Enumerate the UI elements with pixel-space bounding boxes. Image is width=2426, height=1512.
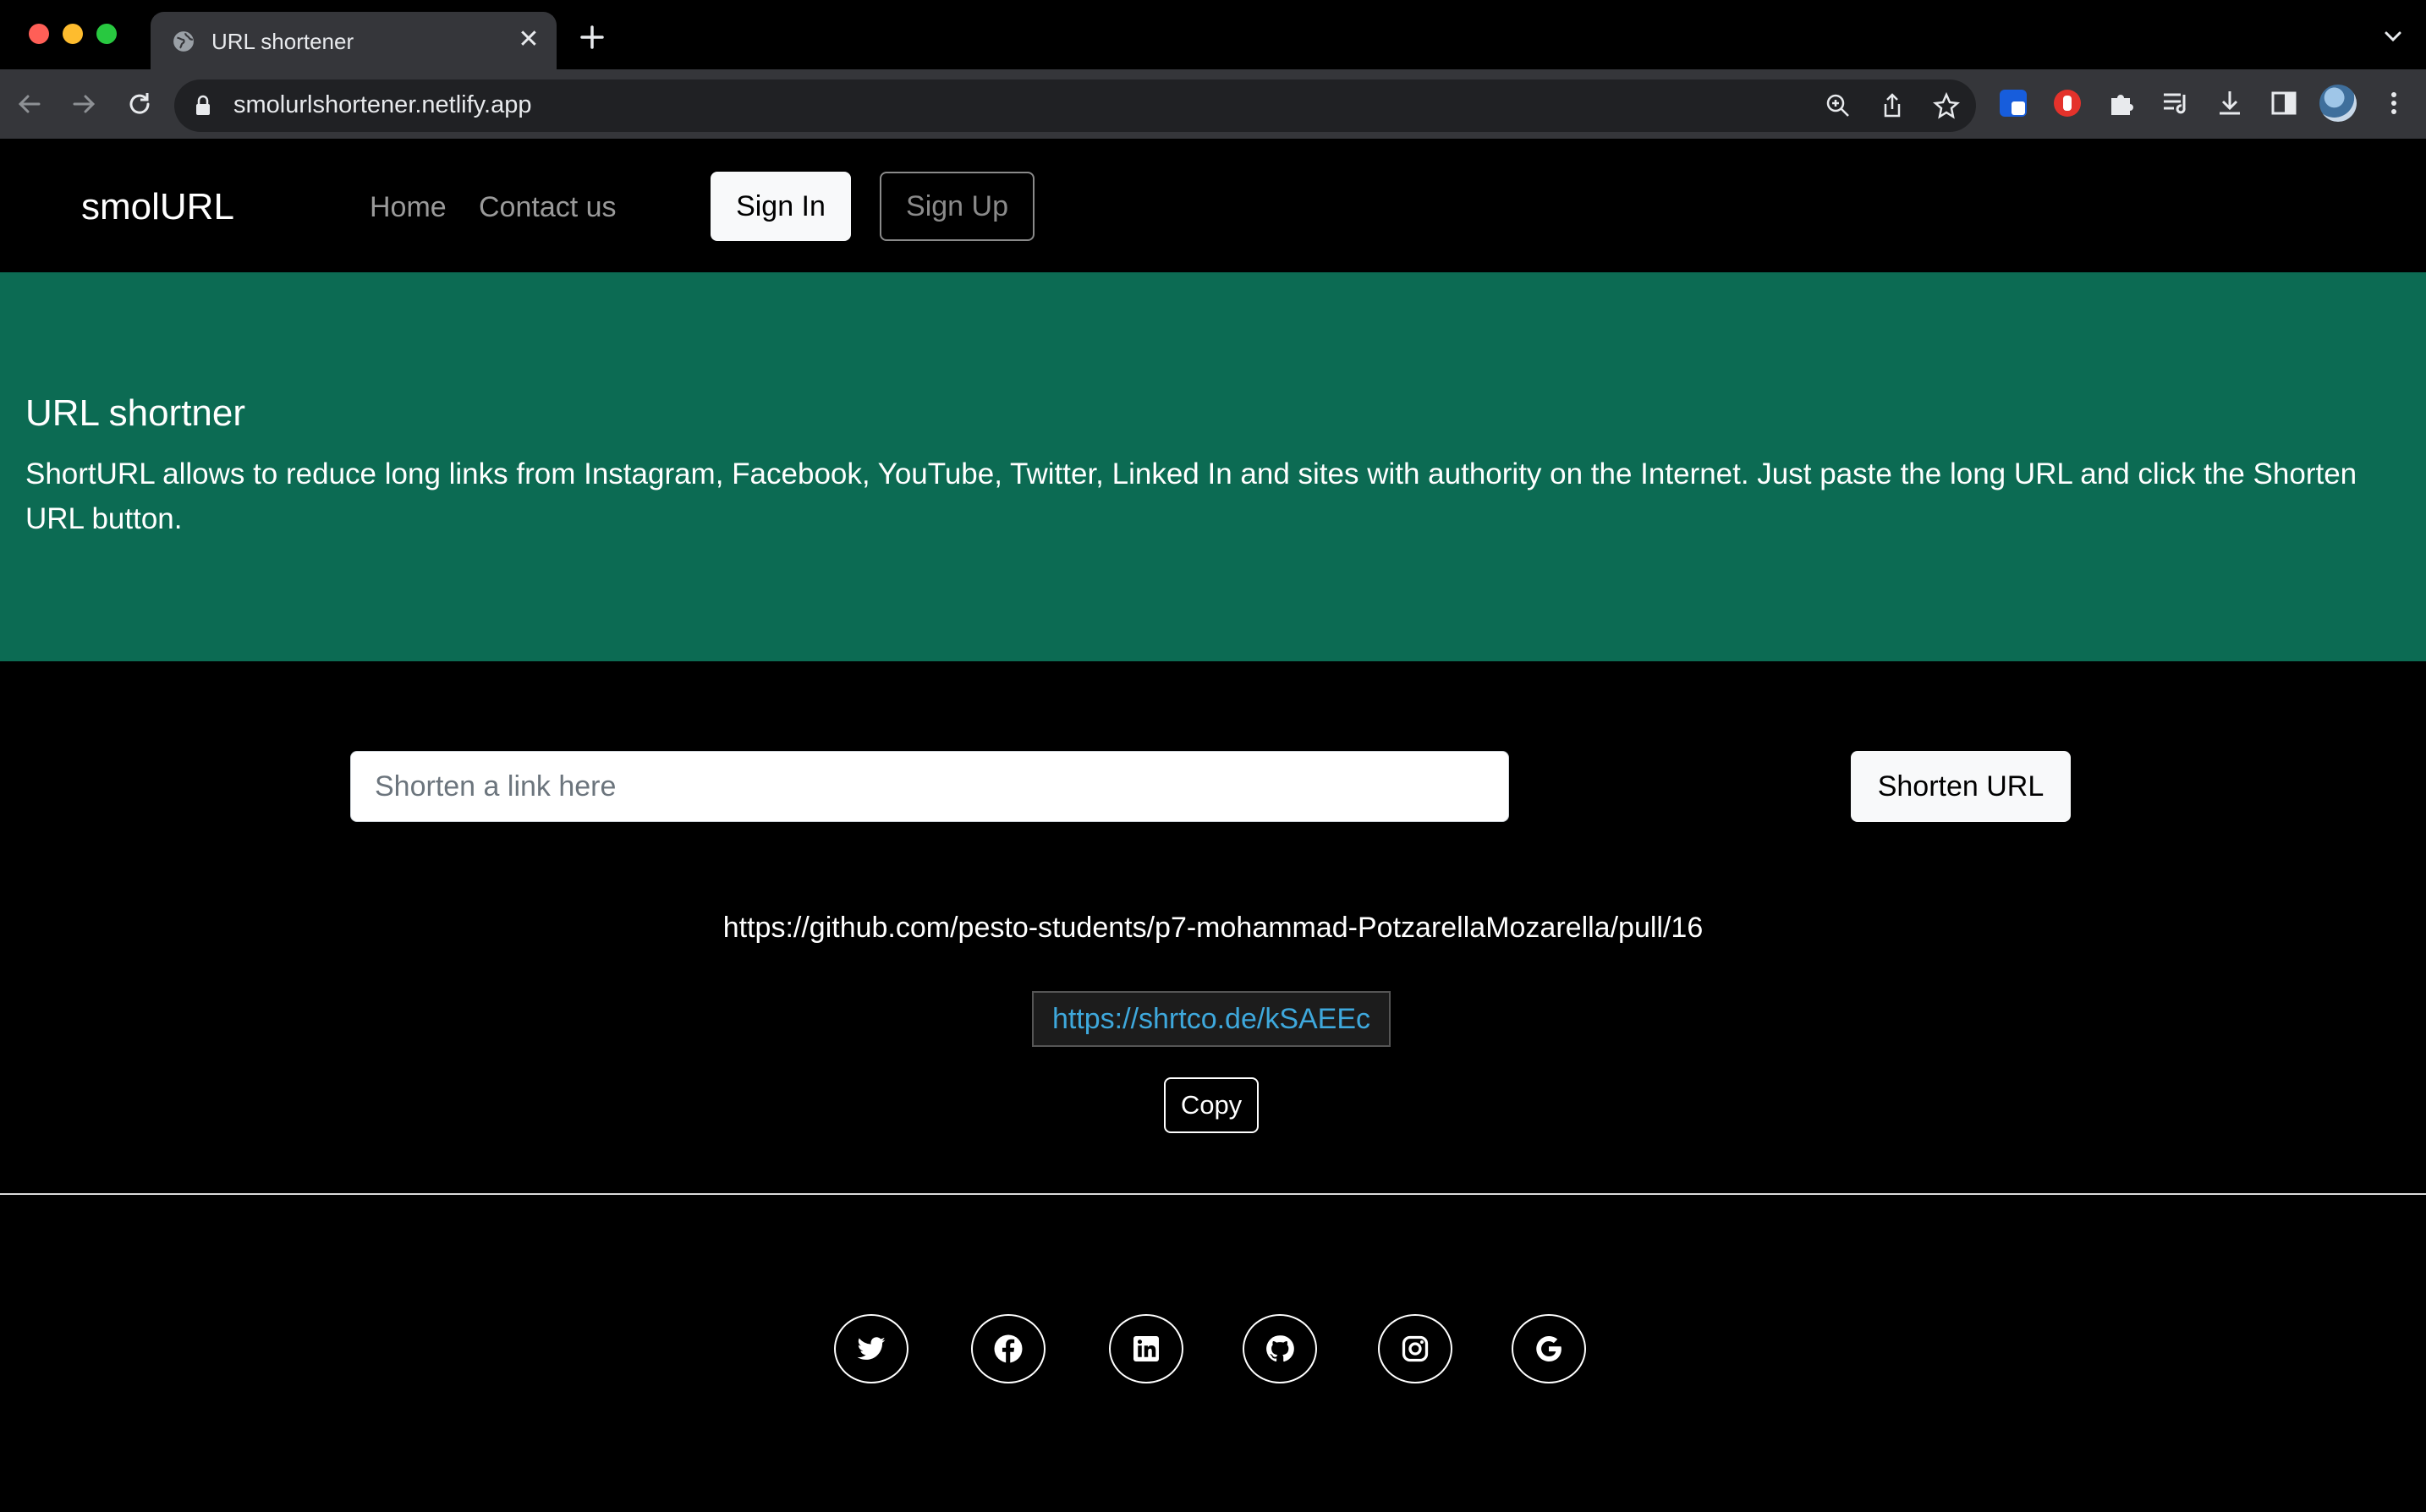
footer-divider [0, 1193, 2426, 1195]
adblock-extension-icon[interactable] [2050, 86, 2084, 120]
instagram-link[interactable] [1378, 1314, 1452, 1383]
lock-icon[interactable] [195, 95, 211, 117]
zoom-icon[interactable] [1824, 91, 1852, 120]
url-input[interactable] [350, 751, 1509, 822]
bitwarden-extension-icon[interactable] [1996, 86, 2030, 120]
share-icon[interactable] [1878, 91, 1907, 120]
side-panel-icon[interactable] [2267, 86, 2301, 120]
profile-avatar[interactable] [2319, 85, 2357, 122]
shorten-url-button[interactable]: Shorten URL [1851, 751, 2071, 822]
short-url-link[interactable]: https://shrtco.de/kSAEEc [1052, 1003, 1370, 1036]
reload-icon[interactable] [123, 88, 156, 120]
copy-button[interactable]: Copy [1164, 1077, 1259, 1133]
hero-title: URL shortner [25, 392, 246, 434]
google-link[interactable] [1512, 1314, 1586, 1383]
linkedin-icon [1133, 1336, 1159, 1361]
nav-link-home[interactable]: Home [370, 191, 447, 224]
media-control-icon[interactable] [2159, 86, 2193, 120]
tab-close-icon[interactable]: ✕ [516, 27, 541, 52]
linkedin-link[interactable] [1109, 1314, 1183, 1383]
address-text[interactable]: smolurlshortener.netlify.app [233, 91, 531, 119]
back-icon[interactable] [14, 88, 46, 120]
sign-up-button[interactable]: Sign Up [880, 172, 1035, 241]
github-link[interactable] [1243, 1314, 1317, 1383]
browser-tabstrip: URL shortener ✕ [0, 0, 2426, 69]
facebook-icon [994, 1334, 1023, 1363]
short-url-box: https://shrtco.de/kSAEEc [1032, 991, 1391, 1047]
twitter-link[interactable] [834, 1314, 908, 1383]
address-bar[interactable]: smolurlshortener.netlify.app [174, 79, 1976, 132]
window-close-button[interactable] [29, 24, 49, 44]
site-navbar: smolURL Home Contact us Sign In Sign Up [0, 142, 2426, 272]
more-menu-icon[interactable] [2377, 86, 2411, 120]
new-tab-icon[interactable] [575, 20, 609, 54]
puzzle-icon[interactable] [2105, 86, 2138, 120]
brand-logo[interactable]: smolURL [81, 186, 234, 228]
bookmark-star-icon[interactable] [1932, 91, 1961, 120]
browser-toolbar: smolurlshortener.netlify.app [0, 69, 2426, 139]
original-url-text: https://github.com/pesto-students/p7-moh… [722, 912, 1704, 944]
google-icon [1536, 1336, 1562, 1361]
download-icon[interactable] [2213, 86, 2247, 120]
globe-icon [173, 31, 194, 52]
window-minimize-button[interactable] [63, 24, 83, 44]
github-icon [1266, 1335, 1294, 1362]
window-zoom-button[interactable] [96, 24, 117, 44]
hero-banner: URL shortner ShortURL allows to reduce l… [0, 272, 2426, 661]
chevron-down-icon[interactable] [2380, 24, 2406, 49]
browser-tab[interactable]: URL shortener ✕ [151, 12, 557, 69]
tab-title: URL shortener [211, 29, 354, 54]
sign-in-button[interactable]: Sign In [711, 172, 851, 241]
forward-icon[interactable] [68, 88, 100, 120]
facebook-link[interactable] [971, 1314, 1046, 1383]
twitter-icon [857, 1337, 886, 1360]
instagram-icon [1402, 1335, 1429, 1362]
nav-link-contact[interactable]: Contact us [479, 191, 617, 224]
hero-description: ShortURL allows to reduce long links fro… [25, 457, 2357, 535]
